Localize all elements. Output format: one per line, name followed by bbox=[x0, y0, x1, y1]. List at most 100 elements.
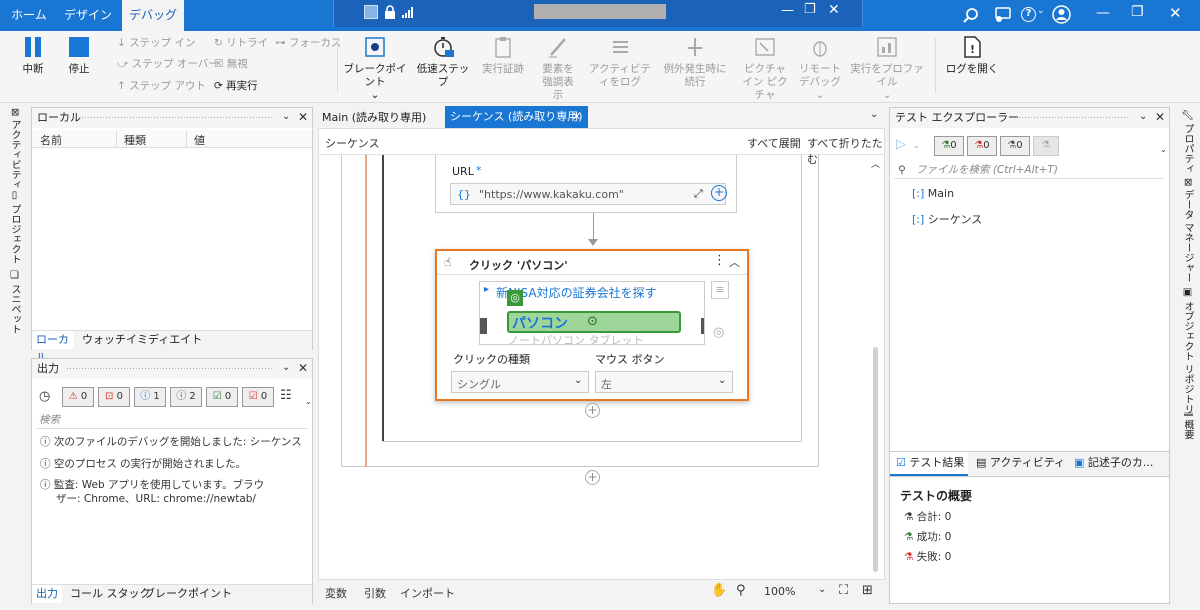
overflow-icon[interactable]: ⌄ bbox=[1160, 145, 1167, 154]
close-window-icon[interactable]: ✕ bbox=[1169, 4, 1182, 22]
filter-not-run[interactable]: ⚗0 bbox=[1000, 136, 1030, 156]
mouse-button-select[interactable]: 左 ⌄ bbox=[595, 371, 733, 393]
filter-other[interactable]: ⚗ bbox=[1033, 136, 1059, 156]
scroll-up-icon[interactable]: ︿ bbox=[871, 157, 880, 170]
add-activity-icon[interactable]: + bbox=[585, 403, 600, 418]
filter-verbose[interactable]: ☑ 0 bbox=[242, 387, 274, 407]
help-icon[interactable]: ? bbox=[1021, 7, 1036, 22]
expand-editor-icon[interactable]: ⤢ bbox=[694, 187, 703, 201]
test-item-main[interactable]: [:] Main bbox=[912, 187, 954, 200]
fit-to-screen-icon[interactable]: ⛶ bbox=[839, 583, 848, 598]
stop-button[interactable]: 停止 bbox=[61, 36, 97, 76]
output-search-input[interactable]: 検索 bbox=[36, 413, 308, 429]
file-search-input[interactable]: ⚲ ファイルを検索 (Ctrl+Alt+T) bbox=[894, 163, 1164, 179]
click-activity-card[interactable]: ☝ クリック 'パソコン' ⋮ ︿ ▸ 新NISA対応の証券会社を探す パソコン… bbox=[435, 249, 749, 401]
tab-sequence-readonly[interactable]: シーケンス (読み取り専用) ✕ bbox=[445, 106, 588, 128]
target-preview[interactable]: ▸ 新NISA対応の証券会社を探す パソコン ⊙ ◎ ノートパソコン タブレット bbox=[479, 281, 705, 345]
close-icon[interactable]: ✕ bbox=[828, 2, 840, 18]
side-tab-activities[interactable]: ⊠ アクティビティ bbox=[7, 108, 22, 190]
breakpoint-button[interactable]: ブレークポイント ⌄ bbox=[341, 36, 409, 102]
filter-info[interactable]: ⓘ 1 bbox=[134, 387, 166, 407]
overview-map-icon[interactable]: ⊞ bbox=[862, 583, 873, 598]
tab-variables[interactable]: 変数 bbox=[325, 585, 347, 601]
tab-locals[interactable]: ローカル bbox=[32, 331, 74, 364]
feedback-icon[interactable] bbox=[993, 7, 1011, 24]
step-over-button[interactable]: ⤻ ステップ オーバー bbox=[117, 56, 219, 72]
side-tab-project[interactable]: ▯ プロジェクト bbox=[7, 190, 22, 264]
side-tab-snippets[interactable]: ❏ スニペット bbox=[7, 270, 22, 334]
zoom-level[interactable]: 100% bbox=[764, 585, 795, 598]
chevron-down-icon[interactable]: ⌄ bbox=[282, 111, 290, 122]
tab-output[interactable]: 出力 bbox=[32, 585, 62, 603]
tab-imports[interactable]: インポート bbox=[400, 585, 455, 601]
column-type[interactable]: 種類 bbox=[124, 132, 146, 148]
scrollbar-thumb[interactable] bbox=[873, 347, 878, 572]
retry-button[interactable]: ↻ リトライ bbox=[214, 35, 268, 51]
tab-home[interactable]: ホーム bbox=[6, 0, 52, 31]
test-item-sequence[interactable]: [:] シーケンス bbox=[912, 211, 982, 227]
restore-window-icon[interactable]: ❐ bbox=[1131, 4, 1144, 20]
chevron-down-icon[interactable]: ⌄ bbox=[1139, 111, 1147, 122]
tab-immediate[interactable]: イミディエイト bbox=[126, 331, 202, 349]
ignore-button[interactable]: ☒ 無視 bbox=[214, 56, 248, 72]
close-icon[interactable]: ✕ bbox=[298, 110, 308, 124]
close-icon[interactable]: ✕ bbox=[298, 361, 308, 375]
filter-list-icon[interactable]: ☷ bbox=[280, 388, 292, 403]
run-tests-icon[interactable]: ▷ bbox=[896, 137, 906, 152]
side-tab-overview[interactable]: ⫼ 概要 bbox=[1180, 412, 1195, 440]
collapse-icon[interactable]: ︿ bbox=[729, 254, 740, 270]
close-icon[interactable]: ✕ bbox=[572, 106, 581, 128]
remote-debug-button[interactable]: リモートデバッグ⌄ bbox=[798, 36, 842, 102]
filter-success[interactable]: ☑ 0 bbox=[206, 387, 238, 407]
column-name[interactable]: 名前 bbox=[40, 132, 62, 148]
help-dropdown-icon[interactable]: ⌄ bbox=[1037, 6, 1045, 16]
click-type-select[interactable]: シングル ⌄ bbox=[451, 371, 589, 393]
tab-design[interactable]: デザイン bbox=[58, 0, 118, 31]
step-out-button[interactable]: ↑ ステップ アウト bbox=[117, 78, 206, 94]
side-tab-object-repository[interactable]: ▣ オブジェクト リポジトリ bbox=[1180, 287, 1195, 414]
slow-step-button[interactable]: 低速ステップ bbox=[413, 36, 473, 89]
tab-call-stack[interactable]: コール スタック bbox=[70, 585, 151, 603]
target-options-icon[interactable]: ◎ bbox=[713, 325, 724, 340]
focus-button[interactable]: ⊶ フォーカス bbox=[275, 35, 341, 51]
highlight-elements-button[interactable]: 要素を強調表示 bbox=[533, 36, 583, 102]
tab-watch[interactable]: ウォッチ bbox=[82, 331, 126, 349]
tab-debug[interactable]: デバッグ bbox=[122, 0, 184, 31]
continue-on-exception-button[interactable]: 例外発生時に続行 bbox=[660, 36, 730, 89]
tabs-overflow-icon[interactable]: ⌄ bbox=[870, 109, 878, 120]
profile-execution-button[interactable]: 実行をプロファイル ⌄ bbox=[846, 36, 928, 102]
log-activities-button[interactable]: アクティビティをログ bbox=[588, 36, 652, 89]
url-input[interactable]: {} "https://www.kakaku.com" ⤢ + bbox=[450, 183, 727, 205]
menu-icon[interactable]: ≡ bbox=[711, 281, 729, 299]
zoom-icon[interactable]: ⚲ bbox=[736, 583, 746, 598]
more-options-icon[interactable]: ⋮ bbox=[713, 253, 726, 268]
filter-errors[interactable]: ⊡ 0 bbox=[98, 387, 130, 407]
step-in-button[interactable]: ↓ ステップ イン bbox=[117, 35, 196, 51]
search-icon[interactable] bbox=[963, 8, 979, 24]
run-dropdown-icon[interactable]: ⌄ bbox=[913, 141, 920, 150]
clock-icon[interactable]: ◷ bbox=[39, 389, 50, 404]
close-icon[interactable]: ✕ bbox=[1155, 110, 1165, 124]
designer-scrollbar[interactable]: ︿ bbox=[870, 157, 882, 577]
tab-main-readonly[interactable]: Main (読み取り専用) bbox=[322, 109, 426, 127]
filter-failed[interactable]: ⚗0 bbox=[967, 136, 997, 156]
zoom-dropdown-icon[interactable]: ⌄ bbox=[818, 584, 826, 595]
expand-all-button[interactable]: すべて展開 bbox=[747, 135, 801, 151]
execution-trail-button[interactable]: 実行証跡 bbox=[478, 36, 528, 76]
picture-in-picture-button[interactable]: ピクチャ イン ピクチャ bbox=[735, 36, 795, 102]
tab-descriptor-coverage[interactable]: ▣ 記述子のカ... bbox=[1070, 452, 1169, 476]
account-icon[interactable] bbox=[1052, 5, 1071, 24]
side-tab-properties[interactable]: 🔧︎ プロパティ bbox=[1180, 108, 1195, 174]
pan-hand-icon[interactable]: ✋ bbox=[711, 583, 727, 598]
minimize-icon[interactable]: — bbox=[781, 3, 794, 18]
overflow-icon[interactable]: ⌄ bbox=[305, 397, 312, 406]
tab-arguments[interactable]: 引数 bbox=[364, 585, 386, 601]
tab-test-results[interactable]: ☑ テスト結果 bbox=[890, 452, 968, 476]
breadcrumb[interactable]: シーケンス bbox=[325, 135, 379, 151]
pause-button[interactable]: 中断 bbox=[15, 36, 51, 76]
column-value[interactable]: 値 bbox=[194, 132, 205, 148]
chevron-down-icon[interactable]: ⌄ bbox=[282, 362, 290, 373]
filter-trace[interactable]: ⓘ 2 bbox=[170, 387, 202, 407]
add-activity-icon[interactable]: + bbox=[585, 470, 600, 485]
filter-passed[interactable]: ⚗0 bbox=[934, 136, 964, 156]
